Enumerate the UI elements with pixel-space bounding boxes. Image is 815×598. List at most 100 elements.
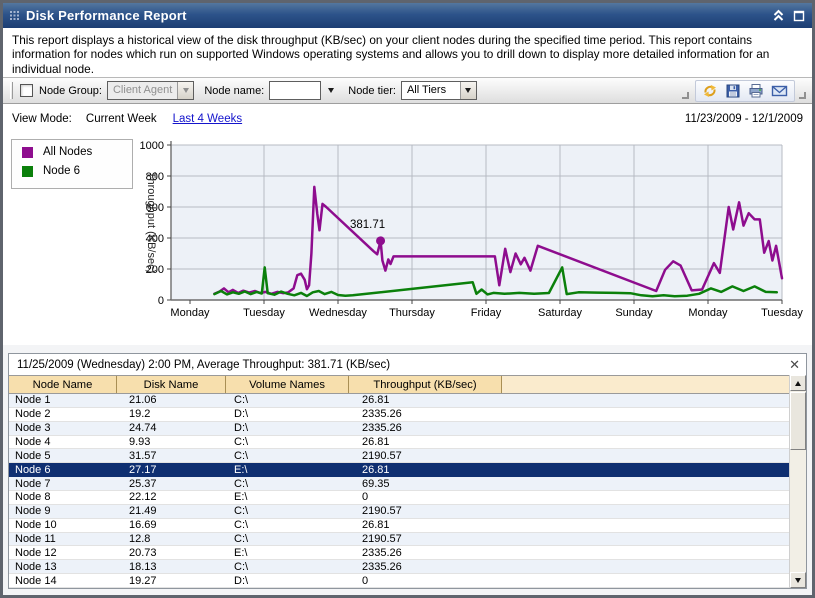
column-header[interactable]: Node Name (9, 376, 117, 393)
report-description: This report displays a historical view o… (3, 28, 812, 77)
column-header[interactable]: Throughput (KB/sec) (349, 376, 502, 393)
table-row[interactable]: Node 1016.69C:\26.81 (9, 519, 789, 533)
node-group-checkbox[interactable] (20, 84, 33, 97)
node-group-value: Client Agent (108, 82, 177, 99)
view-mode-current-week[interactable]: Current Week (86, 113, 157, 125)
x-tick-label: Sunday (615, 307, 653, 319)
scroll-up-icon[interactable] (790, 375, 806, 391)
view-mode-label: View Mode: (12, 113, 72, 125)
table-row[interactable]: Node 1318.13C:\2335.26 (9, 560, 789, 574)
table-cell: 25.37 (117, 478, 226, 490)
table-cell: 21.49 (117, 505, 226, 517)
view-mode-bar: View Mode: Current Week Last 4 Weeks 11/… (3, 104, 812, 133)
table-row[interactable]: Node 531.57C:\2190.57 (9, 449, 789, 463)
column-header[interactable]: Volume Names (226, 376, 349, 393)
toolbar-actions (695, 80, 795, 102)
vertical-scrollbar[interactable] (789, 375, 806, 588)
filter-toolbar: Node Group: Client Agent Node name: Node… (3, 77, 812, 104)
title-bar: Disk Performance Report (3, 3, 812, 28)
node-name-input[interactable] (269, 81, 321, 100)
table-cell: 19.2 (117, 408, 226, 420)
collapse-button[interactable] (772, 9, 785, 22)
x-tick-label: Wednesday (309, 307, 367, 319)
toolbar-overflow-icon (799, 92, 806, 99)
table-row[interactable]: Node 49.93C:\26.81 (9, 436, 789, 450)
save-icon[interactable] (725, 83, 741, 99)
print-icon[interactable] (748, 83, 764, 99)
table-cell: C:\ (226, 478, 349, 490)
close-icon[interactable]: ✕ (789, 358, 800, 371)
table-cell: 16.69 (117, 519, 226, 531)
email-icon[interactable] (771, 83, 788, 99)
legend-swatch-icon (22, 166, 33, 177)
column-header[interactable]: Disk Name (117, 376, 226, 393)
legend-swatch-icon (22, 147, 33, 158)
table-cell: 26.81 (349, 464, 502, 476)
node-name-dropdown-icon[interactable] (324, 86, 338, 95)
selected-point-marker[interactable] (376, 236, 385, 245)
table-cell: 24.74 (117, 422, 226, 434)
table-cell: E:\ (226, 547, 349, 559)
throughput-chart[interactable]: 02004006008001000MondayTuesdayWednesdayT… (131, 133, 807, 333)
table-cell: Node 3 (9, 422, 117, 434)
table-cell: 2190.57 (349, 450, 502, 462)
page-title: Disk Performance Report (26, 8, 764, 23)
table-cell: Node 6 (9, 464, 117, 476)
table-cell: Node 10 (9, 519, 117, 531)
table-cell: 69.35 (349, 478, 502, 490)
legend-label: Node 6 (43, 165, 80, 177)
table-cell: Node 13 (9, 561, 117, 573)
date-range: 11/23/2009 - 12/1/2009 (685, 113, 803, 125)
toolbar-overflow-icon (682, 92, 689, 99)
table-cell: Node 5 (9, 450, 117, 462)
table-cell: 31.57 (117, 450, 226, 462)
table-cell: Node 14 (9, 575, 117, 587)
table-cell: Node 9 (9, 505, 117, 517)
scroll-down-icon[interactable] (790, 572, 806, 588)
table-cell: 26.81 (349, 394, 502, 406)
table-row[interactable]: Node 324.74D:\2335.26 (9, 422, 789, 436)
scrollbar-thumb[interactable] (790, 392, 806, 450)
table-row[interactable]: Node 1220.73E:\2335.26 (9, 546, 789, 560)
toolbar-grip-handle[interactable] (10, 82, 13, 99)
table-row-selected[interactable]: Node 627.17E:\26.81 (9, 463, 789, 477)
node-tier-select[interactable]: All Tiers (401, 81, 477, 100)
table-row[interactable]: Node 1112.8C:\2190.57 (9, 533, 789, 547)
table-row[interactable]: Node 219.2D:\2335.26 (9, 408, 789, 422)
table-cell: 0 (349, 575, 502, 587)
drilldown-panel: 11/25/2009 (Wednesday) 2:00 PM, Average … (8, 353, 807, 589)
table-row[interactable]: Node 822.12E:\0 (9, 491, 789, 505)
table-cell: 2335.26 (349, 561, 502, 573)
report-window: Disk Performance Report This report disp… (0, 0, 815, 598)
refresh-icon[interactable] (702, 83, 718, 99)
y-tick-label: 0 (158, 295, 164, 307)
node-group-label: Node Group: (39, 85, 102, 97)
x-tick-label: Saturday (538, 307, 583, 319)
table-cell: 27.17 (117, 464, 226, 476)
table-cell: 18.13 (117, 561, 226, 573)
table-cell: Node 11 (9, 533, 117, 545)
y-axis-title: Throughput (KB/sec) (145, 172, 157, 274)
table-cell: 20.73 (117, 547, 226, 559)
node-tier-dropdown-icon (460, 82, 476, 99)
table-cell: E:\ (226, 464, 349, 476)
table-cell: D:\ (226, 422, 349, 434)
table-cell: Node 7 (9, 478, 117, 490)
table-row[interactable]: Node 121.06C:\26.81 (9, 394, 789, 408)
legend-label: All Nodes (43, 146, 92, 158)
table-cell: 0 (349, 491, 502, 503)
table-row[interactable]: Node 725.37C:\69.35 (9, 477, 789, 491)
table-row[interactable]: Node 1419.27D:\0 (9, 574, 789, 588)
table-cell: 9.93 (117, 436, 226, 448)
table-row[interactable]: Node 921.49C:\2190.57 (9, 505, 789, 519)
table-cell: 22.12 (117, 491, 226, 503)
legend-item: Node 6 (22, 165, 132, 177)
view-mode-last-4-weeks-link[interactable]: Last 4 Weeks (173, 113, 242, 125)
table-cell: D:\ (226, 575, 349, 587)
table-cell: C:\ (226, 436, 349, 448)
maximize-button[interactable] (793, 10, 805, 22)
node-name-label: Node name: (204, 85, 264, 97)
table-cell: 2190.57 (349, 533, 502, 545)
node-group-dropdown-icon (177, 82, 193, 99)
table-cell: Node 8 (9, 491, 117, 503)
